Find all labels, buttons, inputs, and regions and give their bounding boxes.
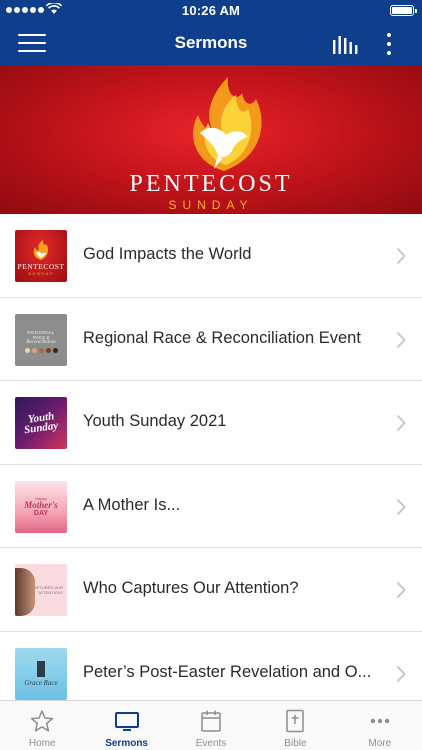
sermon-thumbnail: PENTECOST SUNDAY	[15, 230, 67, 282]
calendar-icon	[201, 710, 221, 732]
chevron-right-icon	[396, 581, 406, 599]
sermon-thumbnail: WHO CAPTURES OUR ATTENTION?	[15, 564, 67, 616]
sermon-title: A Mother Is...	[83, 495, 181, 514]
list-item[interactable]: Happy Mother's DAY A Mother Is...	[0, 464, 422, 548]
chevron-right-icon	[396, 247, 406, 265]
flame-icon	[33, 239, 49, 260]
audio-bars-icon[interactable]	[332, 34, 358, 54]
more-dots-icon	[370, 718, 390, 724]
tv-icon	[114, 712, 139, 731]
list-item[interactable]: PENTECOST SUNDAY God Impacts the World	[0, 214, 422, 298]
sermon-title: Regional Race & Reconciliation Event	[83, 328, 361, 347]
sermon-title: Youth Sunday 2021	[83, 412, 227, 430]
sermon-thumbnail: Happy Mother's DAY	[15, 480, 67, 533]
star-icon	[31, 710, 54, 732]
tab-label: Events	[195, 738, 227, 749]
chevron-right-icon	[396, 498, 406, 515]
tab-label: Home	[28, 738, 56, 749]
banner-title: PENTECOST	[129, 171, 293, 197]
skin-tone-dots	[24, 348, 58, 353]
tab-bar: Home Sermons Events Bible More	[0, 700, 422, 750]
face-illustration	[15, 568, 35, 616]
sermon-list: PENTECOST SUNDAY God Impacts the World R…	[0, 214, 422, 700]
tab-home[interactable]: Home	[0, 701, 84, 750]
status-bar: 10:26 AM	[0, 0, 422, 22]
tab-sermons[interactable]: Sermons	[84, 701, 168, 750]
tab-events[interactable]: Events	[169, 701, 253, 750]
page-title: Sermons	[174, 33, 248, 52]
list-item[interactable]: REGIONAL RACE & Reconciliation Regional …	[0, 297, 422, 381]
tab-label: Sermons	[105, 738, 148, 749]
status-time: 10:26 AM	[181, 3, 241, 18]
tower-illustration	[37, 660, 45, 677]
featured-banner[interactable]: PENTECOST SUNDAY	[0, 65, 422, 214]
sermon-thumbnail: REGIONAL RACE & Reconciliation	[15, 313, 67, 366]
navigation-bar: Sermons	[0, 22, 422, 65]
top-bar: 10:26 AM Sermons	[0, 0, 422, 65]
sermon-thumbnail: Grace Race	[15, 647, 67, 700]
tab-more[interactable]: More	[338, 701, 422, 750]
list-item[interactable]: Grace Race Peter’s Post-Easter Revelatio…	[0, 631, 422, 700]
bible-icon	[286, 709, 305, 733]
list-item[interactable]: WHO CAPTURES OUR ATTENTION? Who Captures…	[0, 548, 422, 632]
sermon-title: God Impacts the World	[83, 245, 252, 263]
chevron-right-icon	[396, 331, 406, 348]
battery-icon	[390, 5, 417, 16]
list-item[interactable]: Youth Sunday Youth Sunday 2021	[0, 381, 422, 465]
chevron-right-icon	[396, 414, 406, 432]
tab-label: More	[368, 738, 392, 749]
dove-flame-icon	[193, 77, 262, 171]
sermon-title: Who Captures Our Attention?	[83, 579, 299, 597]
tab-bible[interactable]: Bible	[253, 701, 337, 750]
banner-subtitle: SUNDAY	[168, 198, 254, 212]
more-options-icon[interactable]	[380, 31, 398, 57]
sermon-thumbnail: Youth Sunday	[15, 397, 67, 449]
chevron-right-icon	[396, 665, 406, 682]
sermon-title: Peter’s Post-Easter Revelation and O...	[83, 662, 372, 681]
tab-label: Bible	[284, 738, 307, 749]
